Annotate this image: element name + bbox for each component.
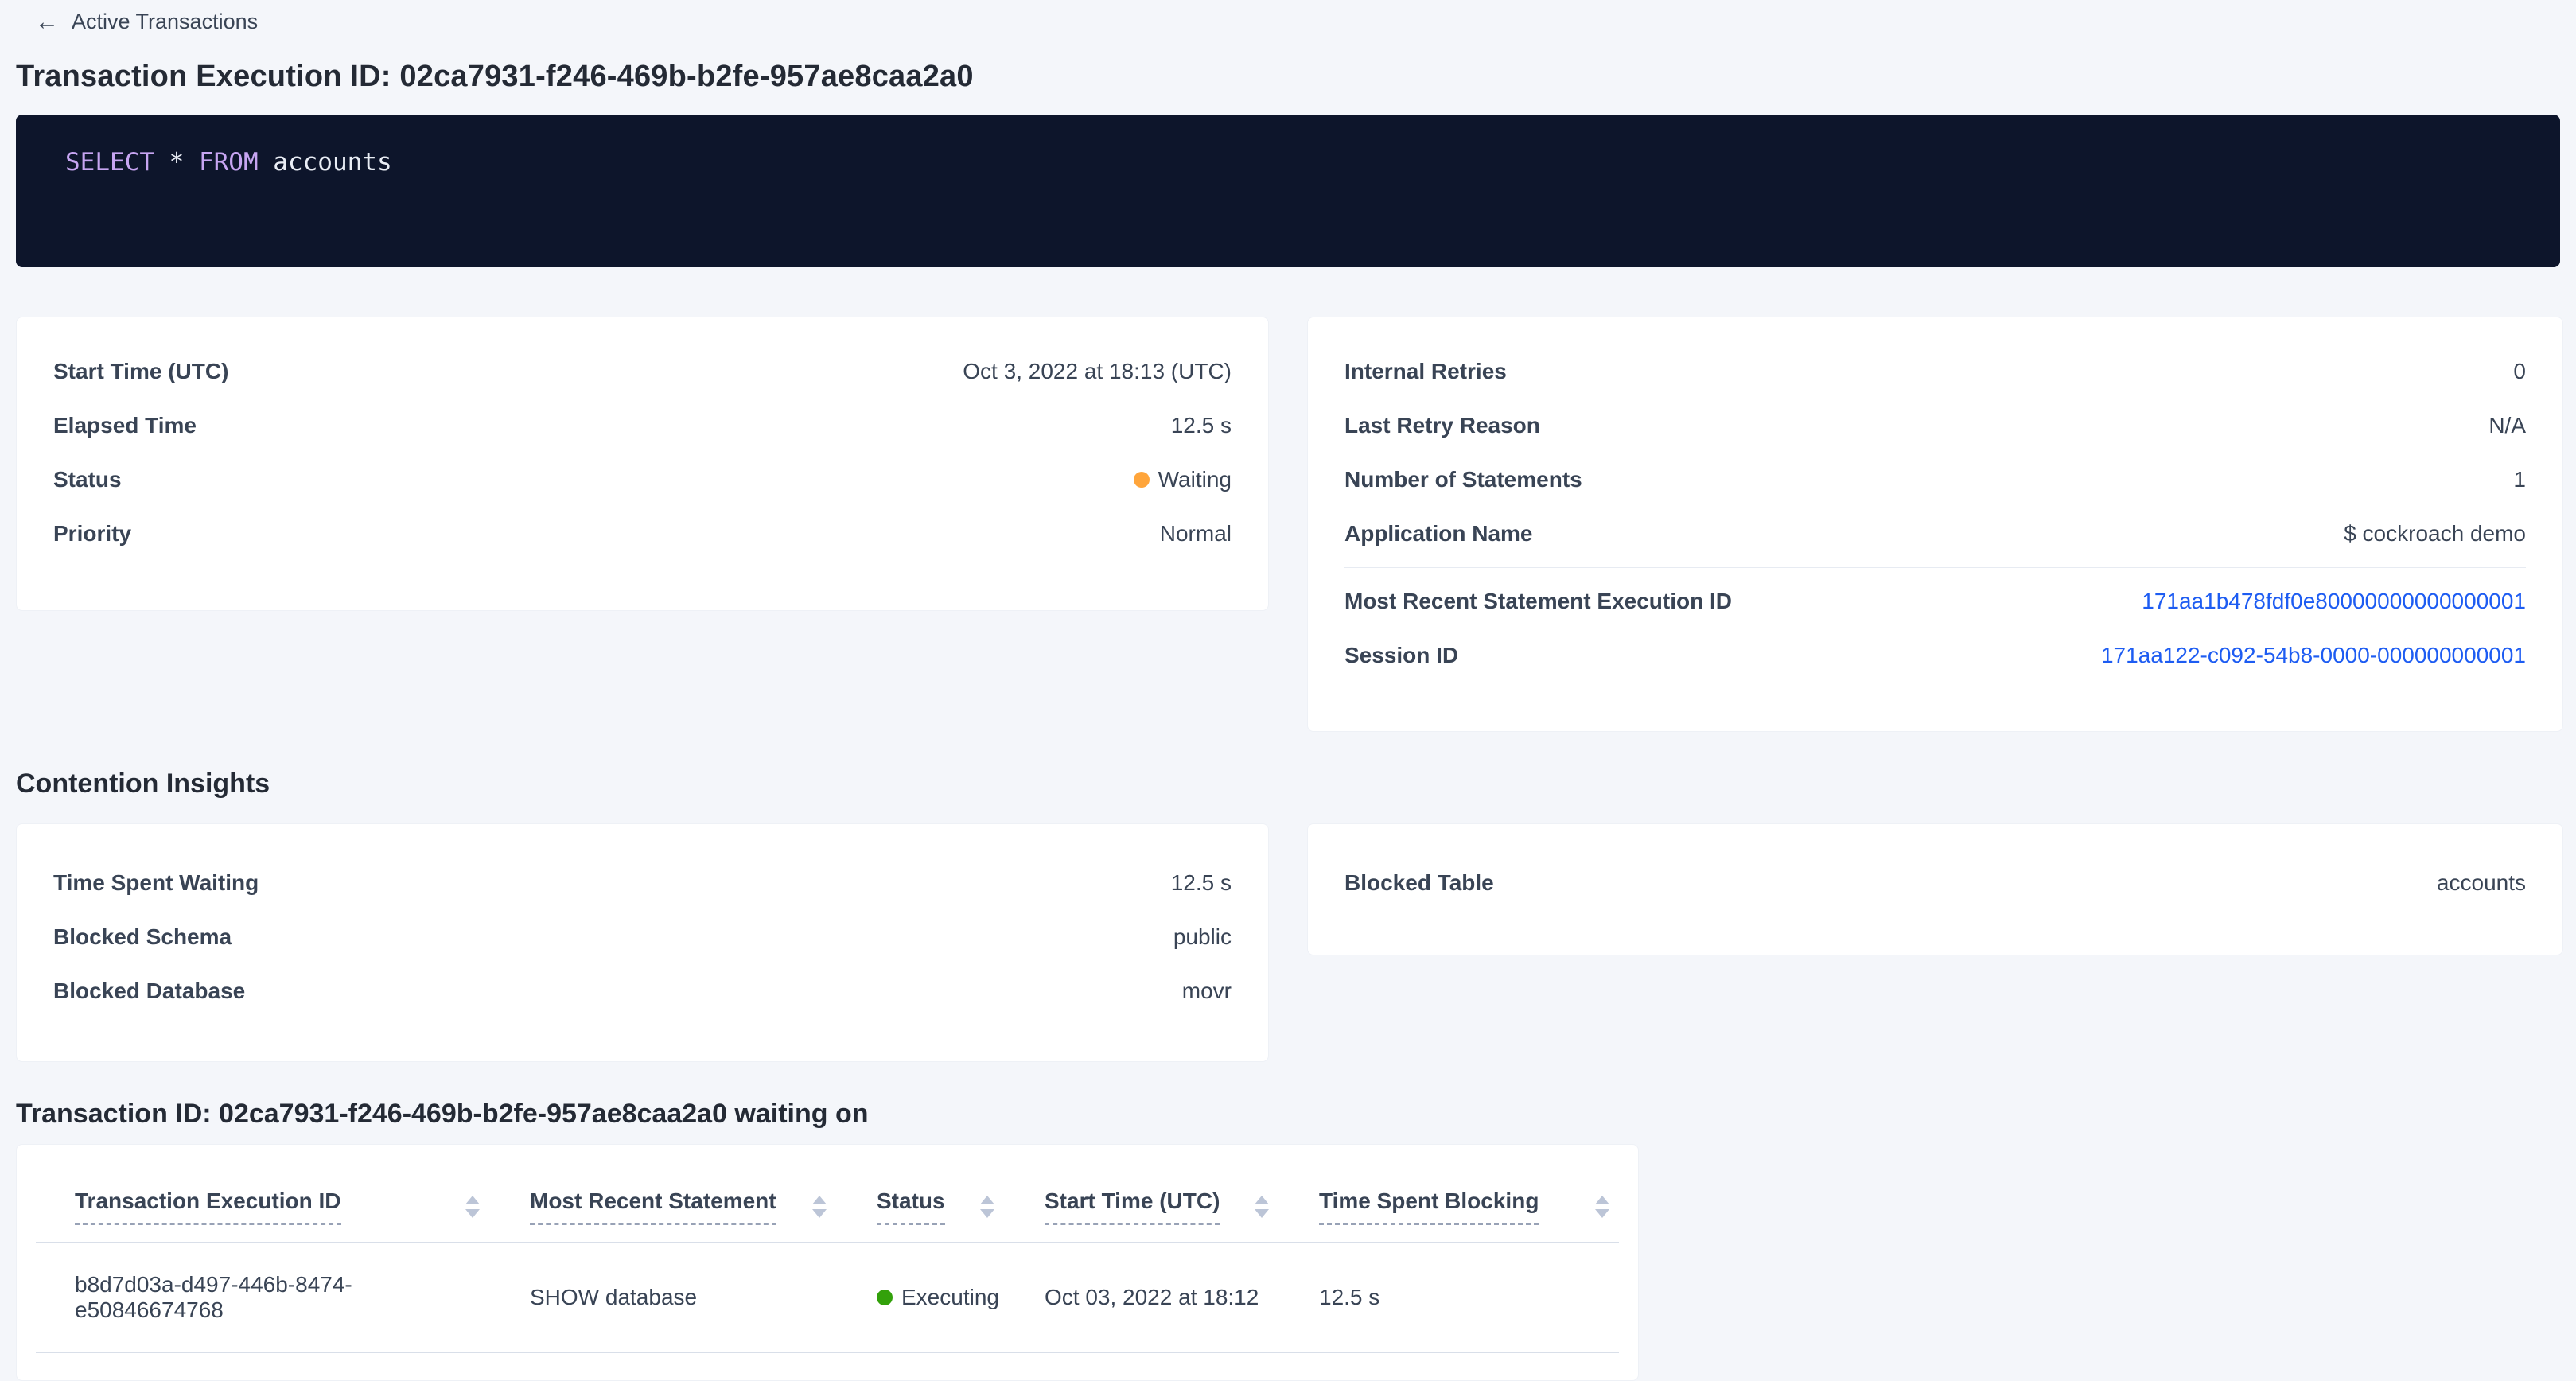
executing-status-dot-icon: [877, 1290, 893, 1305]
transaction-summary-row: Start Time (UTC) Oct 3, 2022 at 18:13 (U…: [16, 317, 2563, 732]
column-header-label: Transaction Execution ID: [75, 1188, 341, 1225]
waiting-table-row: b8d7d03a-d497-446b-8474-e50846674768 SHO…: [36, 1243, 1619, 1353]
cell-status: Executing: [838, 1285, 1006, 1310]
status-label: Status: [53, 467, 122, 492]
number-of-statements-value: 1: [2513, 467, 2526, 492]
session-id-row: Session ID 171aa122-c092-54b8-0000-00000…: [1344, 628, 2526, 683]
internal-retries-label: Internal Retries: [1344, 359, 1507, 384]
priority-label: Priority: [53, 521, 131, 547]
last-retry-reason-label: Last Retry Reason: [1344, 413, 1540, 438]
start-time-row: Start Time (UTC) Oct 3, 2022 at 18:13 (U…: [53, 344, 1232, 399]
application-name-value: $ cockroach demo: [2344, 521, 2526, 547]
session-id-label: Session ID: [1344, 643, 1458, 668]
number-of-statements-row: Number of Statements 1: [1344, 453, 2526, 507]
priority-value: Normal: [1160, 521, 1232, 547]
sql-statement-text: SELECT * FROM accounts: [65, 148, 392, 177]
sort-arrows-icon: [1595, 1196, 1609, 1218]
last-retry-reason-value: N/A: [2488, 413, 2526, 438]
session-id-link[interactable]: 171aa122-c092-54b8-0000-000000000001: [2101, 643, 2526, 668]
blocked-database-label: Blocked Database: [53, 978, 245, 1004]
cell-most-recent-statement: SHOW database: [491, 1285, 838, 1310]
blocked-schema-row: Blocked Schema public: [53, 910, 1232, 964]
cell-status-text: Executing: [901, 1285, 999, 1310]
transaction-timing-card: Start Time (UTC) Oct 3, 2022 at 18:13 (U…: [16, 317, 1269, 611]
internal-retries-value: 0: [2513, 359, 2526, 384]
sort-arrows-icon: [812, 1196, 827, 1218]
back-link-label: Active Transactions: [72, 10, 258, 34]
time-spent-waiting-value: 12.5 s: [1171, 870, 1232, 896]
start-time-label: Start Time (UTC): [53, 359, 228, 384]
sql-keyword-select: SELECT: [65, 148, 154, 177]
back-arrow-icon: ←: [35, 10, 59, 34]
blocked-table-value: accounts: [2437, 870, 2526, 896]
blocked-table-row: Blocked Table accounts: [1344, 856, 2526, 910]
cell-start-time: Oct 03, 2022 at 18:12: [1006, 1285, 1280, 1310]
column-header-label: Time Spent Blocking: [1319, 1188, 1539, 1225]
blocked-database-row: Blocked Database movr: [53, 964, 1232, 1018]
column-header-transaction-execution-id[interactable]: Transaction Execution ID: [36, 1188, 491, 1225]
cell-transaction-execution-id: b8d7d03a-d497-446b-8474-e50846674768: [36, 1272, 491, 1323]
column-header-time-spent-blocking[interactable]: Time Spent Blocking: [1280, 1188, 1621, 1225]
sql-star: *: [154, 148, 199, 177]
sort-arrows-icon: [980, 1196, 994, 1218]
cell-time-spent-blocking: 12.5 s: [1280, 1285, 1621, 1310]
blocked-schema-value: public: [1173, 924, 1232, 950]
statement-execution-id-row: Most Recent Statement Execution ID 171aa…: [1344, 574, 2526, 628]
last-retry-reason-row: Last Retry Reason N/A: [1344, 399, 2526, 453]
elapsed-time-value: 12.5 s: [1171, 413, 1232, 438]
waiting-transactions-table-card: Transaction Execution ID Most Recent Sta…: [16, 1144, 1639, 1381]
status-text: Waiting: [1158, 467, 1232, 492]
sql-statement-box: SELECT * FROM accounts: [16, 115, 2560, 267]
column-header-label: Start Time (UTC): [1045, 1188, 1220, 1225]
number-of-statements-label: Number of Statements: [1344, 467, 1582, 492]
contention-details-card: Time Spent Waiting 12.5 s Blocked Schema…: [16, 823, 1269, 1062]
elapsed-time-row: Elapsed Time 12.5 s: [53, 399, 1232, 453]
sort-arrows-icon: [465, 1196, 480, 1218]
waiting-table-header-row: Transaction Execution ID Most Recent Sta…: [36, 1172, 1619, 1243]
contention-insights-heading: Contention Insights: [16, 768, 2563, 799]
contention-cards-row: Time Spent Waiting 12.5 s Blocked Schema…: [16, 823, 2563, 1062]
waiting-status-dot-icon: [1134, 472, 1150, 488]
blocked-table-card: Blocked Table accounts: [1307, 823, 2563, 955]
blocked-schema-label: Blocked Schema: [53, 924, 232, 950]
internal-retries-row: Internal Retries 0: [1344, 344, 2526, 399]
blocked-table-label: Blocked Table: [1344, 870, 1494, 896]
column-header-label: Most Recent Statement: [530, 1188, 776, 1225]
status-value: Waiting: [1134, 467, 1232, 492]
start-time-value: Oct 3, 2022 at 18:13 (UTC): [963, 359, 1232, 384]
waiting-on-heading: Transaction ID: 02ca7931-f246-469b-b2fe-…: [16, 1099, 2563, 1130]
active-transaction-details-page: ← Active Transactions Transaction Execut…: [0, 0, 2576, 1381]
column-header-most-recent-statement[interactable]: Most Recent Statement: [491, 1188, 838, 1225]
card-divider: [1344, 567, 2526, 568]
sql-table-name: accounts: [259, 148, 392, 177]
blocked-database-value: movr: [1182, 978, 1232, 1004]
priority-row: Priority Normal: [53, 507, 1232, 561]
back-link[interactable]: ← Active Transactions: [35, 10, 258, 34]
column-header-label: Status: [877, 1188, 945, 1225]
column-header-status[interactable]: Status: [838, 1188, 1006, 1225]
application-name-row: Application Name $ cockroach demo: [1344, 507, 2526, 561]
column-header-start-time[interactable]: Start Time (UTC): [1006, 1188, 1280, 1225]
statement-execution-id-link[interactable]: 171aa1b478fdf0e80000000000000001: [2142, 589, 2526, 614]
elapsed-time-label: Elapsed Time: [53, 413, 197, 438]
time-spent-waiting-label: Time Spent Waiting: [53, 870, 259, 896]
time-spent-waiting-row: Time Spent Waiting 12.5 s: [53, 856, 1232, 910]
status-row: Status Waiting: [53, 453, 1232, 507]
page-title: Transaction Execution ID: 02ca7931-f246-…: [16, 60, 2563, 94]
transaction-metadata-card: Internal Retries 0 Last Retry Reason N/A…: [1307, 317, 2563, 732]
sort-arrows-icon: [1255, 1196, 1269, 1218]
application-name-label: Application Name: [1344, 521, 1532, 547]
statement-execution-id-label: Most Recent Statement Execution ID: [1344, 589, 1732, 614]
sql-keyword-from: FROM: [199, 148, 259, 177]
